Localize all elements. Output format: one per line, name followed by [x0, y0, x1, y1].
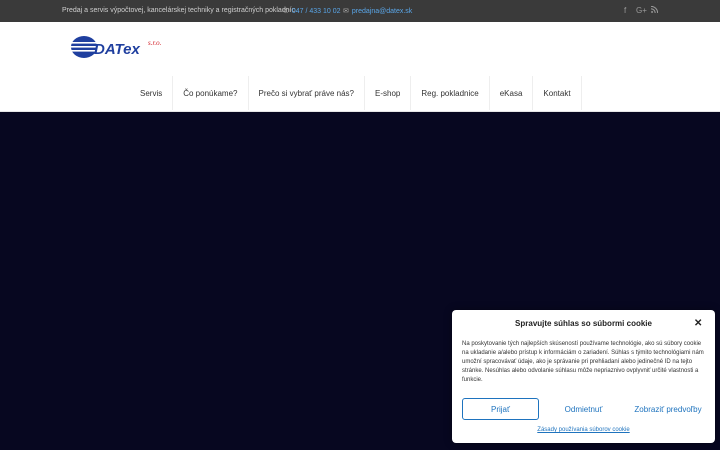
rss-icon[interactable]: [650, 5, 659, 15]
nav-item-reg-pokladnice[interactable]: Reg. pokladnice: [411, 76, 490, 110]
nav-item-eshop[interactable]: E-shop: [365, 76, 412, 110]
deny-button[interactable]: Odmietnuť: [545, 398, 622, 420]
logo-suffix: s.r.o.: [148, 39, 162, 47]
nav-item-kontakt[interactable]: Kontakt: [533, 76, 582, 110]
logo-text: DATex: [94, 41, 141, 58]
cookie-consent-dialog: Spravujte súhlas so súbormi cookie ✕ Na …: [452, 310, 715, 443]
nav-item-co-ponukame[interactable]: Čo ponúkame?: [173, 76, 249, 110]
nav-item-preco-nas[interactable]: Prečo si vybrať práve nás?: [249, 76, 365, 110]
datex-logo[interactable]: DATex s.r.o.: [70, 34, 162, 60]
phone-number: 047 / 433 10 02: [291, 8, 341, 15]
nav-item-servis[interactable]: Servis: [130, 76, 174, 110]
top-bar: Predaj a servis výpočtovej, kancelárskej…: [0, 0, 720, 22]
mail-icon: ✉: [343, 8, 349, 15]
preferences-button[interactable]: Zobraziť predvoľby: [628, 398, 708, 420]
site-header: DATex s.r.o. Servis Čo ponúkame? Prečo s…: [0, 22, 720, 112]
cookie-title: Spravujte súhlas so súbormi cookie: [515, 319, 652, 328]
cookie-text: Na poskytovanie tých najlepších skúsenos…: [462, 341, 704, 383]
cookie-policy-link[interactable]: Zásady používania súborov cookie: [452, 427, 715, 433]
tagline: Predaj a servis výpočtovej, kancelárskej…: [62, 7, 296, 14]
nav-item-ekasa[interactable]: eKasa: [490, 76, 534, 110]
google-plus-icon[interactable]: G+: [636, 6, 647, 15]
phone-icon: ✆: [283, 8, 289, 15]
facebook-icon[interactable]: f: [624, 6, 626, 15]
phone-link[interactable]: ✆ 047 / 433 10 02: [283, 7, 341, 15]
close-icon[interactable]: ✕: [694, 318, 702, 329]
main-nav: Servis Čo ponúkame? Prečo si vybrať práv…: [130, 76, 582, 110]
email-link[interactable]: ✉ predajna@datex.sk: [343, 7, 412, 15]
email-address: predajna@datex.sk: [351, 8, 413, 15]
accept-button[interactable]: Prijať: [462, 398, 539, 420]
